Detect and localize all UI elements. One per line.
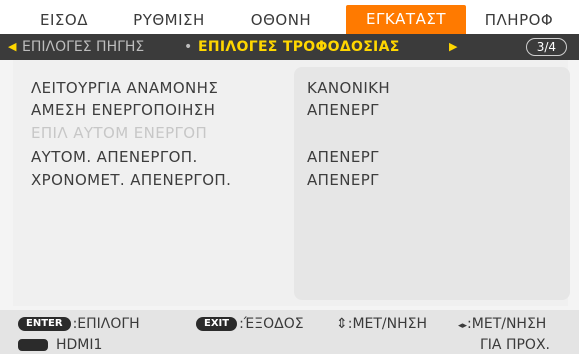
setting-label-off-timer[interactable]: ΧΡΟΝΟΜΕΤ. ΑΠΕΝΕΡΓΟΠ. (31, 169, 231, 191)
hint-enter-label: :ΕΠΙΛΟΓΗ (72, 316, 140, 332)
hint-leftright-label: :ΜΕΤ/ΝΗΣΗ (467, 316, 547, 332)
arrow-left-icon[interactable]: ◀ (8, 34, 16, 60)
tab-settings[interactable]: ΡΥΘΜΙΣΗ (120, 6, 218, 34)
hint-leftright: ◂▸:ΜΕΤ/ΝΗΣΗ (458, 314, 546, 334)
tab-setup[interactable]: ΕΓΚΑΤΑΣΤ (346, 5, 466, 34)
setting-label-direct-power-on[interactable]: ΑΜΕΣΗ ΕΝΕΡΓΟΠΟΙΗΣΗ (31, 99, 215, 121)
tab-display[interactable]: ΟΘΟΝΗ (238, 6, 324, 34)
footer-bar: ENTER:ΕΠΙΛΟΓΗ EXIT:ΈΞΟΔΟΣ ⇕:ΜΕΤ/ΝΗΣΗ ◂▸:… (0, 310, 579, 354)
breadcrumb-current: ΕΠΙΛΟΓΕΣ ΤΡΟΦΟΔΟΣΙΑΣ (198, 39, 400, 55)
setting-label-standby[interactable]: ΛΕΙΤΟΥΡΓΙΑ ΑΝΑΜΟΝΗΣ (31, 77, 218, 99)
tab-input[interactable]: ΕΙΣΟΔ (30, 6, 98, 34)
setting-label-auto-power-off[interactable]: ΑΥΤΟΜ. ΑΠΕΝΕΡΓΟΠ. (31, 146, 198, 168)
setting-value-off-timer[interactable]: ΑΠΕΝΕΡΓ (307, 169, 379, 191)
updown-arrows-icon: ⇕ (336, 316, 348, 332)
hint-exit-label: :ΈΞΟΔΟΣ (239, 316, 304, 332)
projector-menu: ΕΙΣΟΔ ΡΥΘΜΙΣΗ ΟΘΟΝΗ ΕΓΚΑΤΑΣΤ ΠΛΗΡΟΦ ◀ ΕΠ… (0, 0, 579, 354)
hint-exit: EXIT:ΈΞΟΔΟΣ (196, 314, 304, 334)
source-indicator: HDMI1 (18, 336, 102, 354)
breadcrumb: ◀ ΕΠΙΛΟΓΕΣ ΠΗΓΗΣ • ΕΠΙΛΟΓΕΣ ΤΡΟΦΟΔΟΣΙΑΣ … (0, 34, 579, 60)
breadcrumb-prev[interactable]: ΕΠΙΛΟΓΕΣ ΠΗΓΗΣ (22, 34, 144, 60)
setting-value-auto-power-off[interactable]: ΑΠΕΝΕΡΓ (307, 146, 379, 168)
setting-value-direct-power-on[interactable]: ΑΠΕΝΕΡΓ (307, 99, 379, 121)
menu-tabs: ΕΙΣΟΔ ΡΥΘΜΙΣΗ ΟΘΟΝΗ ΕΓΚΑΤΑΣΤ ΠΛΗΡΟΦ (0, 0, 579, 34)
settings-panel: ΛΕΙΤΟΥΡΓΙΑ ΑΝΑΜΟΝΗΣ ΚΑΝΟΝΙΚΗ ΑΜΕΣΗ ΕΝΕΡΓ… (13, 60, 570, 306)
source-name: HDMI1 (56, 337, 103, 353)
setting-value-standby[interactable]: ΚΑΝΟΝΙΚΗ (307, 77, 390, 99)
arrow-right-icon[interactable]: ▶ (449, 34, 457, 60)
enter-key-icon: ENTER (18, 317, 71, 331)
mode-indicator: ΓΙΑ ΠΡΟΧ. (480, 337, 550, 353)
leftright-arrows-icon: ◂▸ (458, 321, 468, 331)
tab-info[interactable]: ΠΛΗΡΟΦ (474, 6, 564, 34)
exit-key-icon: EXIT (196, 317, 238, 331)
hdmi-icon (18, 339, 48, 351)
hint-updown-label: :ΜΕΤ/ΝΗΣΗ (347, 316, 428, 332)
breadcrumb-separator: • (184, 39, 193, 55)
hint-updown: ⇕:ΜΕΤ/ΝΗΣΗ (336, 314, 427, 334)
hint-enter: ENTER:ΕΠΙΛΟΓΗ (18, 314, 140, 334)
page-indicator: 3/4 (525, 38, 567, 56)
setting-label-auto-power-on: ΕΠΙΛ ΑΥΤΟΜ ΕΝΕΡΓΟΠ (31, 124, 208, 142)
